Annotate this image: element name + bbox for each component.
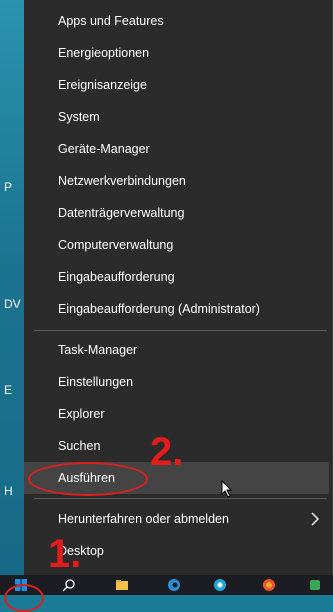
chrome-icon[interactable] [213,578,227,592]
menu-item-power-options[interactable]: Energieoptionen [24,37,329,69]
taskbar [0,575,333,595]
file-explorer-icon[interactable] [115,578,129,592]
step-2-label: 2. [150,430,184,474]
menu-item-task-manager[interactable]: Task-Manager [24,334,329,366]
firefox-icon[interactable] [262,578,276,592]
menu-item-shutdown-label: Herunterfahren oder abmelden [58,512,229,526]
desktop-icon-label: P [4,180,13,194]
edge-icon[interactable] [167,578,181,592]
menu-separator [34,498,327,499]
menu-item-system[interactable]: System [24,101,329,133]
menu-item-device-manager[interactable]: Geräte-Manager [24,133,329,165]
run-highlight-ellipse [28,462,148,496]
menu-item-apps-features[interactable]: Apps und Features [24,5,329,37]
menu-separator [34,330,327,331]
menu-item-computer-management[interactable]: Computerverwaltung [24,229,329,261]
extra-app-icon[interactable] [308,578,322,592]
desktop-icon-label: DV [4,297,21,311]
menu-item-command-prompt[interactable]: Eingabeaufforderung [24,261,329,293]
menu-item-explorer[interactable]: Explorer [24,398,329,430]
menu-item-shutdown[interactable]: Herunterfahren oder abmelden [24,503,329,535]
menu-item-event-viewer[interactable]: Ereignisanzeige [24,69,329,101]
menu-item-disk-management[interactable]: Datenträgerverwaltung [24,197,329,229]
menu-item-command-prompt-admin[interactable]: Eingabeaufforderung (Administrator) [24,293,329,325]
menu-item-settings[interactable]: Einstellungen [24,366,329,398]
menu-item-network-connections[interactable]: Netzwerkverbindungen [24,165,329,197]
desktop-icon-label: H [4,484,13,498]
search-icon[interactable] [62,578,76,592]
mouse-cursor-icon [221,480,233,498]
step-1-label: 1. [48,532,82,576]
desktop-icon-label: E [4,383,13,397]
start-button-highlight-circle [4,584,44,612]
chevron-right-icon [311,512,319,526]
